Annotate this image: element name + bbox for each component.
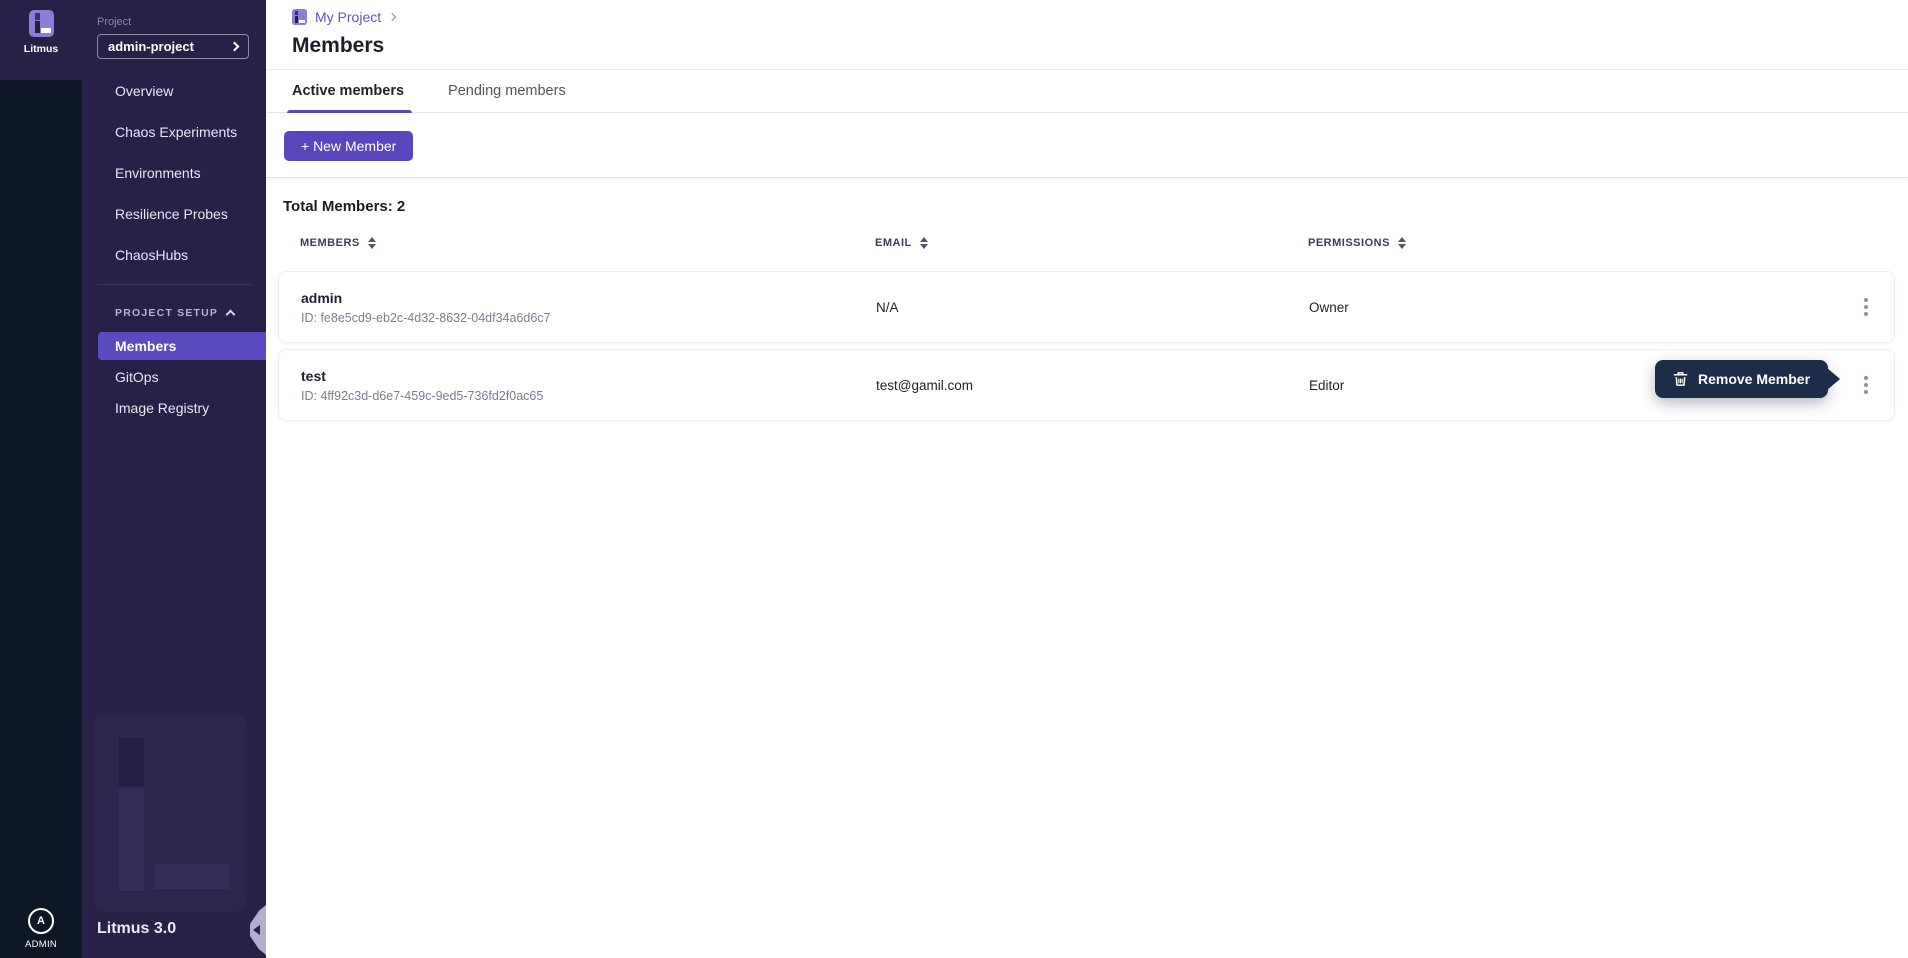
section-label: PROJECT SETUP <box>115 307 218 319</box>
column-header-permissions[interactable]: PERMISSIONS <box>1308 237 1839 249</box>
sidebar-item-environments[interactable]: Environments <box>82 153 266 194</box>
member-email: N/A <box>876 300 1309 315</box>
user-avatar[interactable]: A <box>28 908 54 934</box>
member-email: test@gamil.com <box>876 378 1309 393</box>
tab-pending-members[interactable]: Pending members <box>448 70 566 113</box>
chevron-right-icon <box>230 42 240 52</box>
member-id: ID: fe8e5cd9-eb2c-4d32-8632-04df34a6d6c7 <box>301 311 876 325</box>
row-menu-kebab-icon[interactable] <box>1838 365 1894 405</box>
sidebar-item-overview[interactable]: Overview <box>82 71 266 112</box>
toolbar: + New Member <box>266 113 1908 178</box>
project-name: admin-project <box>108 39 194 54</box>
chevron-up-icon <box>226 310 236 320</box>
logo-block: Litmus <box>0 0 82 80</box>
version-label: Litmus 3.0 <box>97 920 176 938</box>
sidebar: Project admin-project Overview Chaos Exp… <box>82 0 266 958</box>
litmus-logo-icon <box>29 10 54 37</box>
column-header-members[interactable]: MEMBERS <box>300 237 875 249</box>
remove-member-label: Remove Member <box>1698 371 1810 387</box>
remove-member-menu-item[interactable]: Remove Member <box>1655 360 1828 398</box>
project-setup-section-toggle[interactable]: PROJECT SETUP <box>82 307 266 319</box>
breadcrumb-link[interactable]: My Project <box>315 9 381 25</box>
sort-icon[interactable] <box>368 237 376 249</box>
avatar-initial: A <box>37 915 45 927</box>
project-selector[interactable]: admin-project <box>97 34 249 59</box>
trash-icon <box>1673 371 1688 387</box>
sidebar-item-gitops[interactable]: GitOps <box>82 363 266 391</box>
sidebar-item-chaoshubs[interactable]: ChaosHubs <box>82 235 266 276</box>
sidebar-divider <box>97 284 251 285</box>
breadcrumb: My Project <box>292 9 1908 25</box>
user-label: ADMIN <box>25 939 57 950</box>
icon-strip: Litmus A ADMIN <box>0 0 82 958</box>
tab-active-members[interactable]: Active members <box>292 70 404 113</box>
litmus-watermark <box>93 713 247 912</box>
project-icon <box>292 9 307 25</box>
table-row: test ID: 4ff92c3d-d6e7-459c-9ed5-736fd2f… <box>278 349 1895 421</box>
sort-icon[interactable] <box>920 237 928 249</box>
project-label: Project <box>82 0 266 34</box>
chevron-right-icon <box>388 13 396 21</box>
setup-list: Members GitOps Image Registry <box>82 332 266 422</box>
total-members-summary: Total Members: 2 <box>278 198 1895 215</box>
member-name: admin <box>301 290 876 306</box>
sidebar-item-members[interactable]: Members <box>98 332 266 360</box>
member-name: test <box>301 368 876 384</box>
table-row: admin ID: fe8e5cd9-eb2c-4d32-8632-04df34… <box>278 271 1895 343</box>
nav-list: Overview Chaos Experiments Environments … <box>82 71 266 276</box>
page-title: Members <box>292 34 1908 58</box>
page-header: My Project Members <box>266 0 1908 70</box>
new-member-button[interactable]: + New Member <box>284 131 413 161</box>
sidebar-item-resilience-probes[interactable]: Resilience Probes <box>82 194 266 235</box>
sort-icon[interactable] <box>1398 237 1406 249</box>
member-permission: Owner <box>1309 300 1838 315</box>
collapse-left-icon <box>253 925 260 935</box>
sidebar-collapse-handle[interactable] <box>250 905 266 955</box>
sidebar-item-image-registry[interactable]: Image Registry <box>82 394 266 422</box>
logo-label: Litmus <box>24 43 58 55</box>
table-header-row: MEMBERS EMAIL PERMISSIONS <box>278 215 1895 271</box>
member-id: ID: 4ff92c3d-d6e7-459c-9ed5-736fd2f0ac65 <box>301 389 876 403</box>
row-menu-kebab-icon[interactable] <box>1838 287 1894 327</box>
main-content: My Project Members Active members Pendin… <box>266 0 1908 958</box>
column-header-email[interactable]: EMAIL <box>875 237 1308 249</box>
tab-bar: Active members Pending members <box>266 70 1908 113</box>
sidebar-item-chaos-experiments[interactable]: Chaos Experiments <box>82 112 266 153</box>
